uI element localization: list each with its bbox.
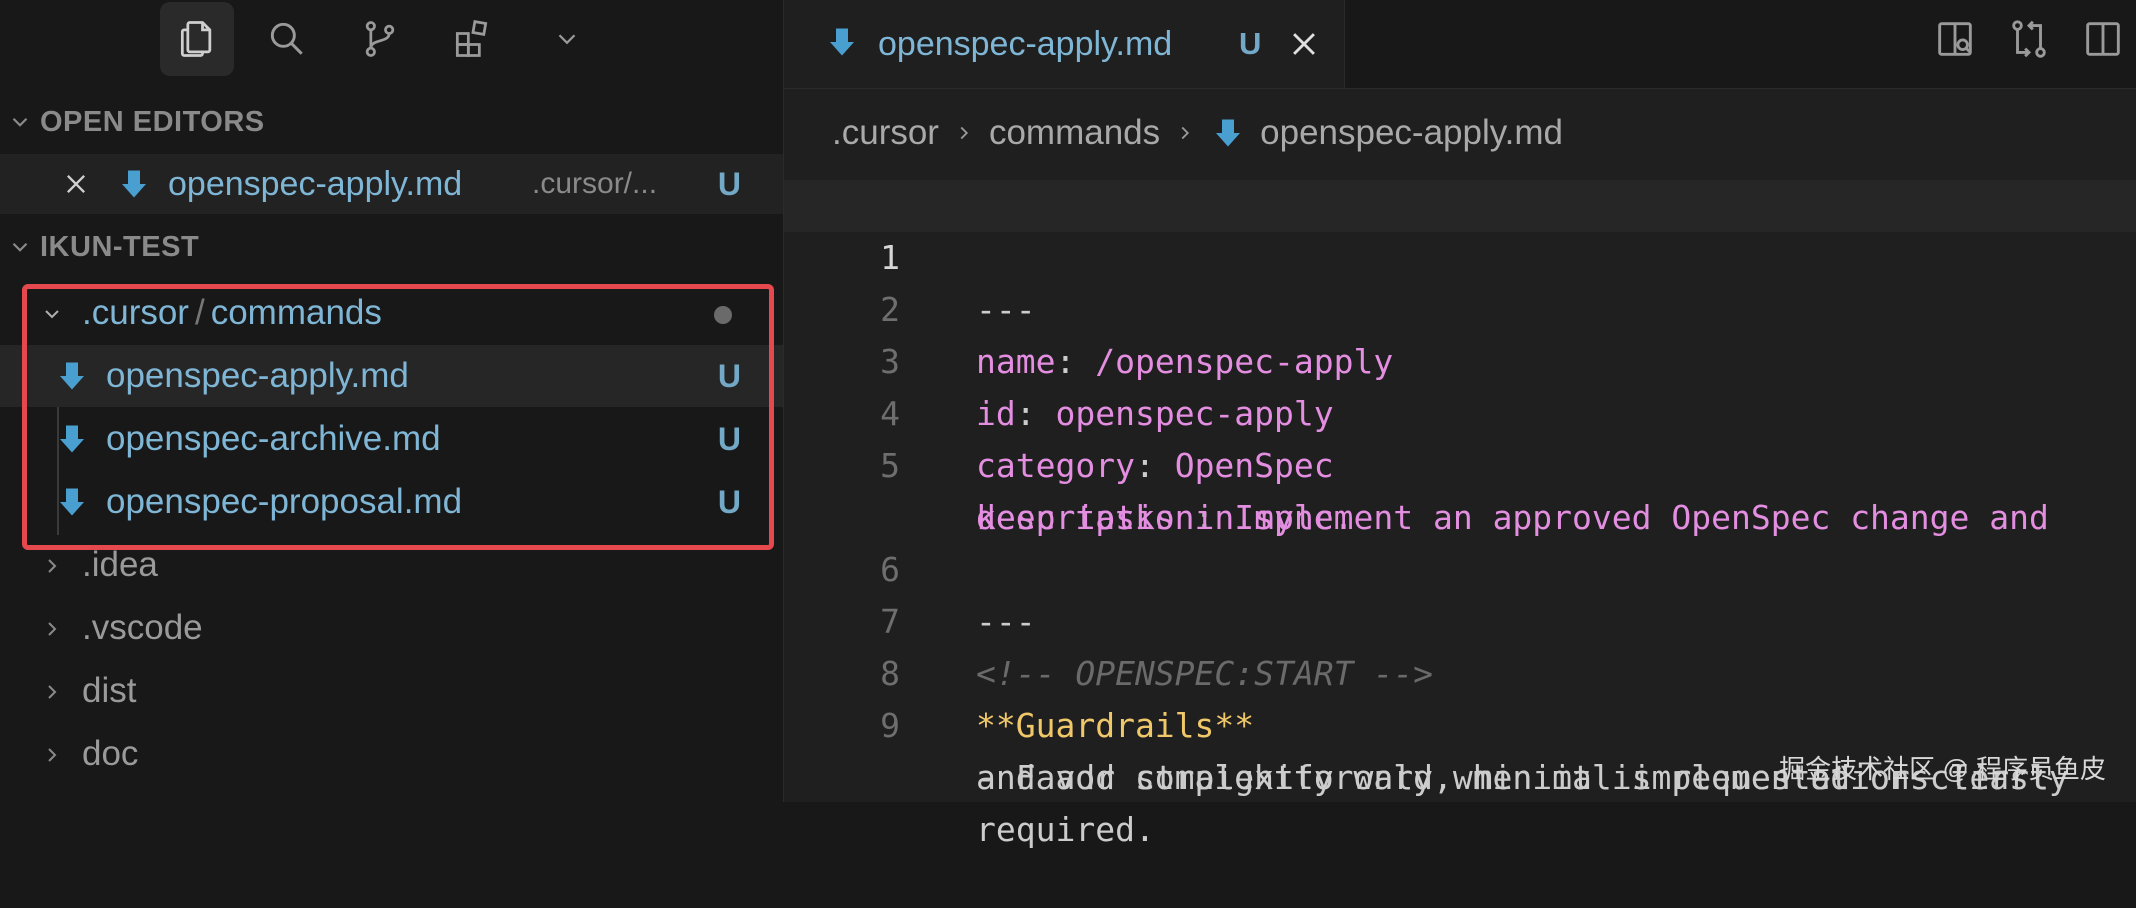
markdown-file-icon [1210, 115, 1246, 151]
code-text-continued: required. [976, 810, 1155, 849]
editor-actions [1932, 16, 2126, 62]
open-editor-filename: openspec-apply.md [168, 164, 463, 203]
search-icon[interactable] [250, 2, 324, 76]
chevron-down-icon [40, 298, 64, 328]
folder-name-part: .cursor [82, 293, 189, 332]
code-line: 8 **Guardrails** [784, 596, 2136, 745]
chevron-right-icon [40, 739, 64, 769]
path-separator: / [194, 293, 205, 332]
folder-name-part: commands [210, 293, 382, 332]
code-line: 7 <!-- OPENSPEC:START --> [784, 544, 2136, 693]
untracked-badge: U [717, 165, 741, 202]
chevron-right-icon [953, 120, 975, 146]
file-name: openspec-archive.md [106, 419, 441, 458]
explorer-sidebar: OPEN EDITORS openspec-apply.md .cursor/.… [0, 0, 784, 802]
markdown-file-icon [824, 24, 860, 60]
tab-bar: openspec-apply.md U [784, 0, 2136, 89]
code-line: 9 - Favor straightforward, minimal imple… [784, 648, 2136, 797]
file-name: openspec-apply.md [106, 356, 409, 395]
editor-area: openspec-apply.md U .cursor commands ope… [784, 0, 2136, 849]
close-icon[interactable] [1287, 27, 1321, 61]
markdown-file-icon [54, 358, 90, 394]
close-icon[interactable] [62, 170, 90, 198]
code-line: 6 --- [784, 492, 2136, 641]
compare-changes-icon[interactable] [2006, 16, 2052, 62]
split-editor-icon[interactable] [2080, 16, 2126, 62]
open-editor-item[interactable]: openspec-apply.md .cursor/... U [0, 154, 783, 214]
code-line: 3 id: openspec-apply [784, 284, 2136, 433]
code-line: 4 category: OpenSpec [784, 336, 2136, 485]
file-name: openspec-proposal.md [106, 482, 463, 521]
breadcrumb-item[interactable]: commands [989, 113, 1160, 153]
explorer-icon[interactable] [160, 2, 234, 76]
folder-name: .vscode [82, 608, 203, 647]
open-preview-icon[interactable] [1932, 16, 1978, 62]
chevron-right-icon [40, 676, 64, 706]
source-control-icon[interactable] [343, 2, 417, 76]
folder-cursor-commands[interactable]: .cursor / commands [0, 282, 783, 344]
open-editors-title: OPEN EDITORS [40, 105, 265, 138]
untracked-badge: U [717, 483, 741, 520]
folder-dist[interactable]: dist [0, 660, 783, 722]
markdown-file-icon [54, 484, 90, 520]
watermark: 掘金技术社区 @ 程序员鱼皮 [1779, 754, 2106, 784]
workspace-header[interactable]: IKUN-TEST [0, 222, 783, 272]
view-switcher [0, 0, 783, 82]
folder-idea[interactable]: .idea [0, 534, 783, 596]
chevron-right-icon [1174, 120, 1196, 146]
modified-dot-icon [714, 306, 732, 324]
workspace-title: IKUN-TEST [40, 230, 200, 263]
tab-openspec-apply[interactable]: openspec-apply.md U [784, 0, 1345, 88]
file-openspec-proposal[interactable]: openspec-proposal.md U [0, 471, 783, 533]
code-line: 1 --- [784, 180, 2136, 329]
chevron-right-icon [40, 613, 64, 643]
open-editors-header[interactable]: OPEN EDITORS [0, 97, 783, 147]
markdown-file-icon [116, 166, 152, 202]
chevron-down-icon[interactable] [530, 2, 604, 76]
code-line: 2 name: /openspec-apply [784, 232, 2136, 381]
folder-name: dist [82, 671, 137, 710]
code-line-wrap: keep tasks in sync. [784, 440, 2136, 537]
code-line-wrap: and add complexity only when it is reque… [784, 700, 2136, 797]
breadcrumb-item[interactable]: openspec-apply.md [1260, 113, 1563, 153]
open-editor-path: .cursor/... [532, 167, 658, 200]
code-editor[interactable]: 1 --- 2 name: /openspec-apply 3 id: open… [784, 180, 2136, 849]
folder-name: .idea [82, 545, 158, 584]
breadcrumb: .cursor commands openspec-apply.md [832, 108, 1563, 158]
folder-vscode[interactable]: .vscode [0, 597, 783, 659]
tab-filename: openspec-apply.md [878, 24, 1173, 63]
chevron-down-icon [0, 234, 40, 260]
code-line: 5 description: Implement an approved Ope… [784, 388, 2136, 537]
folder-doc[interactable]: doc [0, 723, 783, 785]
extensions-icon[interactable] [435, 2, 509, 76]
markdown-file-icon [54, 421, 90, 457]
untracked-badge: U [717, 357, 741, 394]
untracked-badge: U [717, 420, 741, 457]
chevron-down-icon [0, 109, 40, 135]
breadcrumb-item[interactable]: .cursor [832, 113, 939, 153]
chevron-right-icon [40, 550, 64, 580]
file-openspec-archive[interactable]: openspec-archive.md U [0, 408, 783, 470]
folder-name: doc [82, 734, 139, 773]
untracked-badge: U [1239, 26, 1262, 61]
file-openspec-apply[interactable]: openspec-apply.md U [0, 345, 783, 407]
